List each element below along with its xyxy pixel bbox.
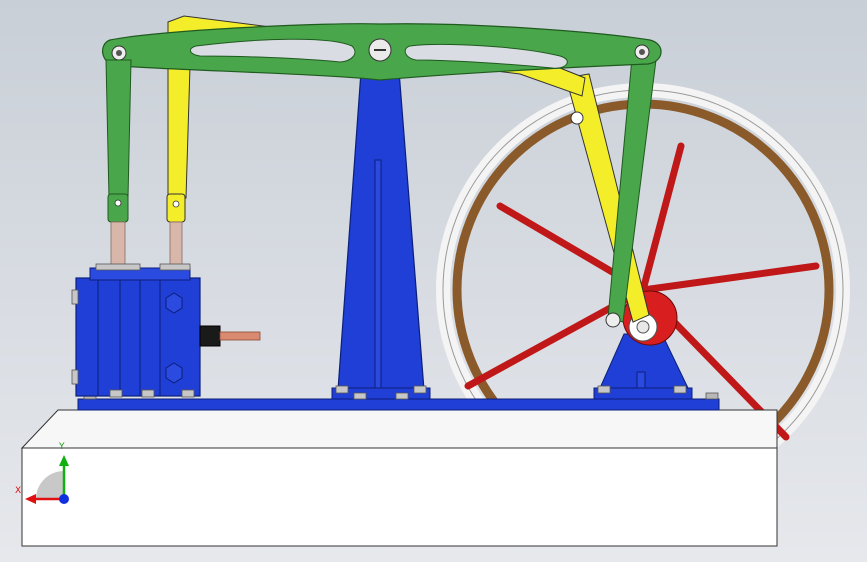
z-axis-dot <box>59 494 69 504</box>
yellow-rod-end[interactable] <box>166 193 186 223</box>
cad-viewport[interactable] <box>0 0 867 562</box>
x-axis-label: X <box>15 486 22 496</box>
center-column[interactable] <box>331 57 431 400</box>
cylinder-block[interactable] <box>71 263 261 398</box>
base-block[interactable] <box>20 409 778 547</box>
y-axis-label: Y <box>59 442 65 452</box>
piston-rods[interactable] <box>110 221 183 271</box>
